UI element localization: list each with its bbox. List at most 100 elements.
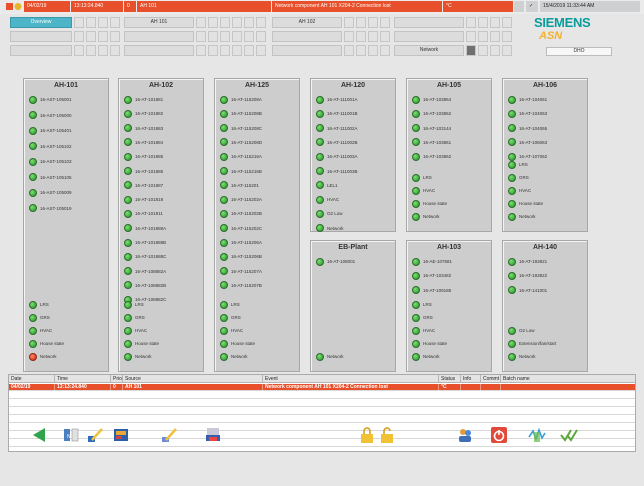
status-item[interactable]: 16-AT-109188: [412, 286, 451, 295]
status-item[interactable]: 16-AT-106063: [508, 138, 547, 147]
nav-square[interactable]: [478, 31, 488, 42]
status-item[interactable]: LRS: [508, 160, 528, 169]
status-item[interactable]: 16-AT-101818: [124, 195, 163, 204]
status-item[interactable]: 16-AT-115216B: [220, 167, 262, 176]
nav-blank-button[interactable]: [124, 31, 194, 42]
nav-square[interactable]: [74, 45, 84, 56]
col-date[interactable]: Date: [9, 375, 55, 383]
overview-button[interactable]: Overview: [10, 17, 72, 28]
status-item[interactable]: 16-AT-111003A: [316, 152, 358, 161]
nav-blank-button[interactable]: [124, 45, 194, 56]
nav-square[interactable]: [74, 31, 84, 42]
back-arrow-icon[interactable]: [30, 426, 48, 444]
status-item[interactable]: 16-AT-101888B: [124, 238, 166, 247]
nav-square[interactable]: [196, 17, 206, 28]
edit-icon[interactable]: [86, 426, 104, 444]
sign-icon[interactable]: [160, 426, 178, 444]
col-info[interactable]: Info: [461, 375, 481, 383]
status-item[interactable]: 16-AT-115202B: [220, 209, 262, 218]
nav-square[interactable]: [208, 45, 218, 56]
status-item[interactable]: HVAC: [124, 326, 147, 335]
status-item[interactable]: 16-AT-115206B: [220, 252, 262, 261]
alarm-message[interactable]: Network component AH 101 X204-2 Connecti…: [272, 1, 442, 12]
status-item[interactable]: 16-AT-115208B: [220, 109, 262, 118]
nav-blank-button[interactable]: [394, 17, 464, 28]
panel-ah-106[interactable]: AH-106 16-AT-104061 16-AT-104063 16-AT-1040…: [502, 78, 588, 232]
nav-square[interactable]: [244, 17, 254, 28]
status-item[interactable]: HVAC: [316, 195, 339, 204]
status-item[interactable]: Network: [412, 212, 440, 221]
nav-square[interactable]: [380, 31, 390, 42]
status-item[interactable]: 16-AT-111001B: [316, 109, 358, 118]
status-item[interactable]: 16-AT-115202A: [220, 195, 262, 204]
nav-square[interactable]: [98, 17, 108, 28]
ack-icon[interactable]: ✓: [526, 1, 538, 12]
nav-square[interactable]: [344, 31, 354, 42]
status-item[interactable]: Network: [124, 352, 152, 361]
nav-square[interactable]: [196, 45, 206, 56]
status-item[interactable]: House state: [412, 199, 447, 208]
status-item[interactable]: 16-AT-111003B: [316, 167, 358, 176]
status-item[interactable]: HVAC: [412, 326, 435, 335]
status-item[interactable]: 16-AT-101887: [124, 181, 163, 190]
status-item[interactable]: Extension/fan/start: [508, 339, 556, 348]
status-item[interactable]: 16-AT-115202C: [220, 224, 262, 233]
status-item[interactable]: GRS: [29, 313, 50, 322]
status-item[interactable]: 16-AT-101881: [124, 95, 163, 104]
status-item[interactable]: 16-AT-101811: [124, 209, 163, 218]
status-item[interactable]: 16-AT-108882A: [124, 267, 166, 276]
display-field[interactable]: DHO: [546, 47, 612, 56]
network-button[interactable]: Network: [394, 45, 464, 56]
status-item[interactable]: 16-AT-101883: [124, 124, 163, 133]
nav-square[interactable]: [356, 45, 366, 56]
status-item[interactable]: 16-AT-104063: [508, 109, 547, 118]
status-item[interactable]: Network: [316, 352, 344, 361]
status-item[interactable]: O2 Low: [508, 326, 535, 335]
nav-square[interactable]: [256, 31, 266, 42]
status-item[interactable]: 16-AST-105009: [29, 188, 72, 197]
status-item[interactable]: 16-AT-115206A: [220, 238, 262, 247]
nav-square[interactable]: [196, 31, 206, 42]
nav-square[interactable]: [478, 17, 488, 28]
status-item[interactable]: 16-AT-101886: [124, 167, 163, 176]
status-item[interactable]: LRS: [124, 300, 144, 309]
nav-square[interactable]: [220, 17, 230, 28]
col-priority[interactable]: Priori: [111, 375, 123, 383]
nav-square[interactable]: [208, 17, 218, 28]
status-item[interactable]: House state: [29, 339, 64, 348]
nav-square[interactable]: [86, 31, 96, 42]
status-item[interactable]: Network: [508, 212, 536, 221]
status-item[interactable]: 16-AT-101888A: [124, 224, 166, 233]
nav-square[interactable]: [344, 45, 354, 56]
nav-square[interactable]: [478, 45, 488, 56]
nav-square[interactable]: [490, 17, 500, 28]
nav-square[interactable]: [490, 31, 500, 42]
status-item[interactable]: 16-AST-105105: [29, 173, 72, 182]
status-item[interactable]: House state: [508, 199, 543, 208]
nav-square[interactable]: [110, 45, 120, 56]
status-item[interactable]: 16-AT-111002B: [316, 138, 358, 147]
acknowledge-icon[interactable]: [560, 426, 578, 444]
status-item[interactable]: 16-AT-115208D: [220, 138, 262, 147]
panel-ah-103[interactable]: AH-103 16-AE-107681 16-AT-103482 16-AT-1091…: [406, 240, 492, 372]
nav-square[interactable]: [98, 45, 108, 56]
status-item[interactable]: LRS: [29, 300, 49, 309]
unlock-icon[interactable]: [378, 426, 396, 444]
status-item[interactable]: 16-AT-103482: [412, 271, 451, 280]
status-item[interactable]: 16-AT-101884: [124, 138, 163, 147]
status-item[interactable]: 16-AT-101885: [124, 152, 163, 161]
status-item[interactable]: Network: [220, 352, 248, 361]
panel-ah-120[interactable]: AH-120 16-AT-111001A 16-AT-111001B 16-AT-11…: [310, 78, 396, 233]
status-item[interactable]: 16-AT-104065: [508, 124, 547, 133]
status-item[interactable]: House state: [124, 339, 159, 348]
ack-checkbox[interactable]: [514, 1, 524, 12]
status-item[interactable]: HVAC: [220, 326, 243, 335]
status-item[interactable]: 16-AT-115201: [220, 181, 259, 190]
nav-square[interactable]: [220, 31, 230, 42]
nav-square[interactable]: [466, 31, 476, 42]
users-icon[interactable]: [456, 426, 474, 444]
status-item[interactable]: House state: [220, 339, 255, 348]
nav-square[interactable]: [110, 31, 120, 42]
nav-blank-button[interactable]: [394, 31, 464, 42]
nav-square[interactable]: [256, 17, 266, 28]
